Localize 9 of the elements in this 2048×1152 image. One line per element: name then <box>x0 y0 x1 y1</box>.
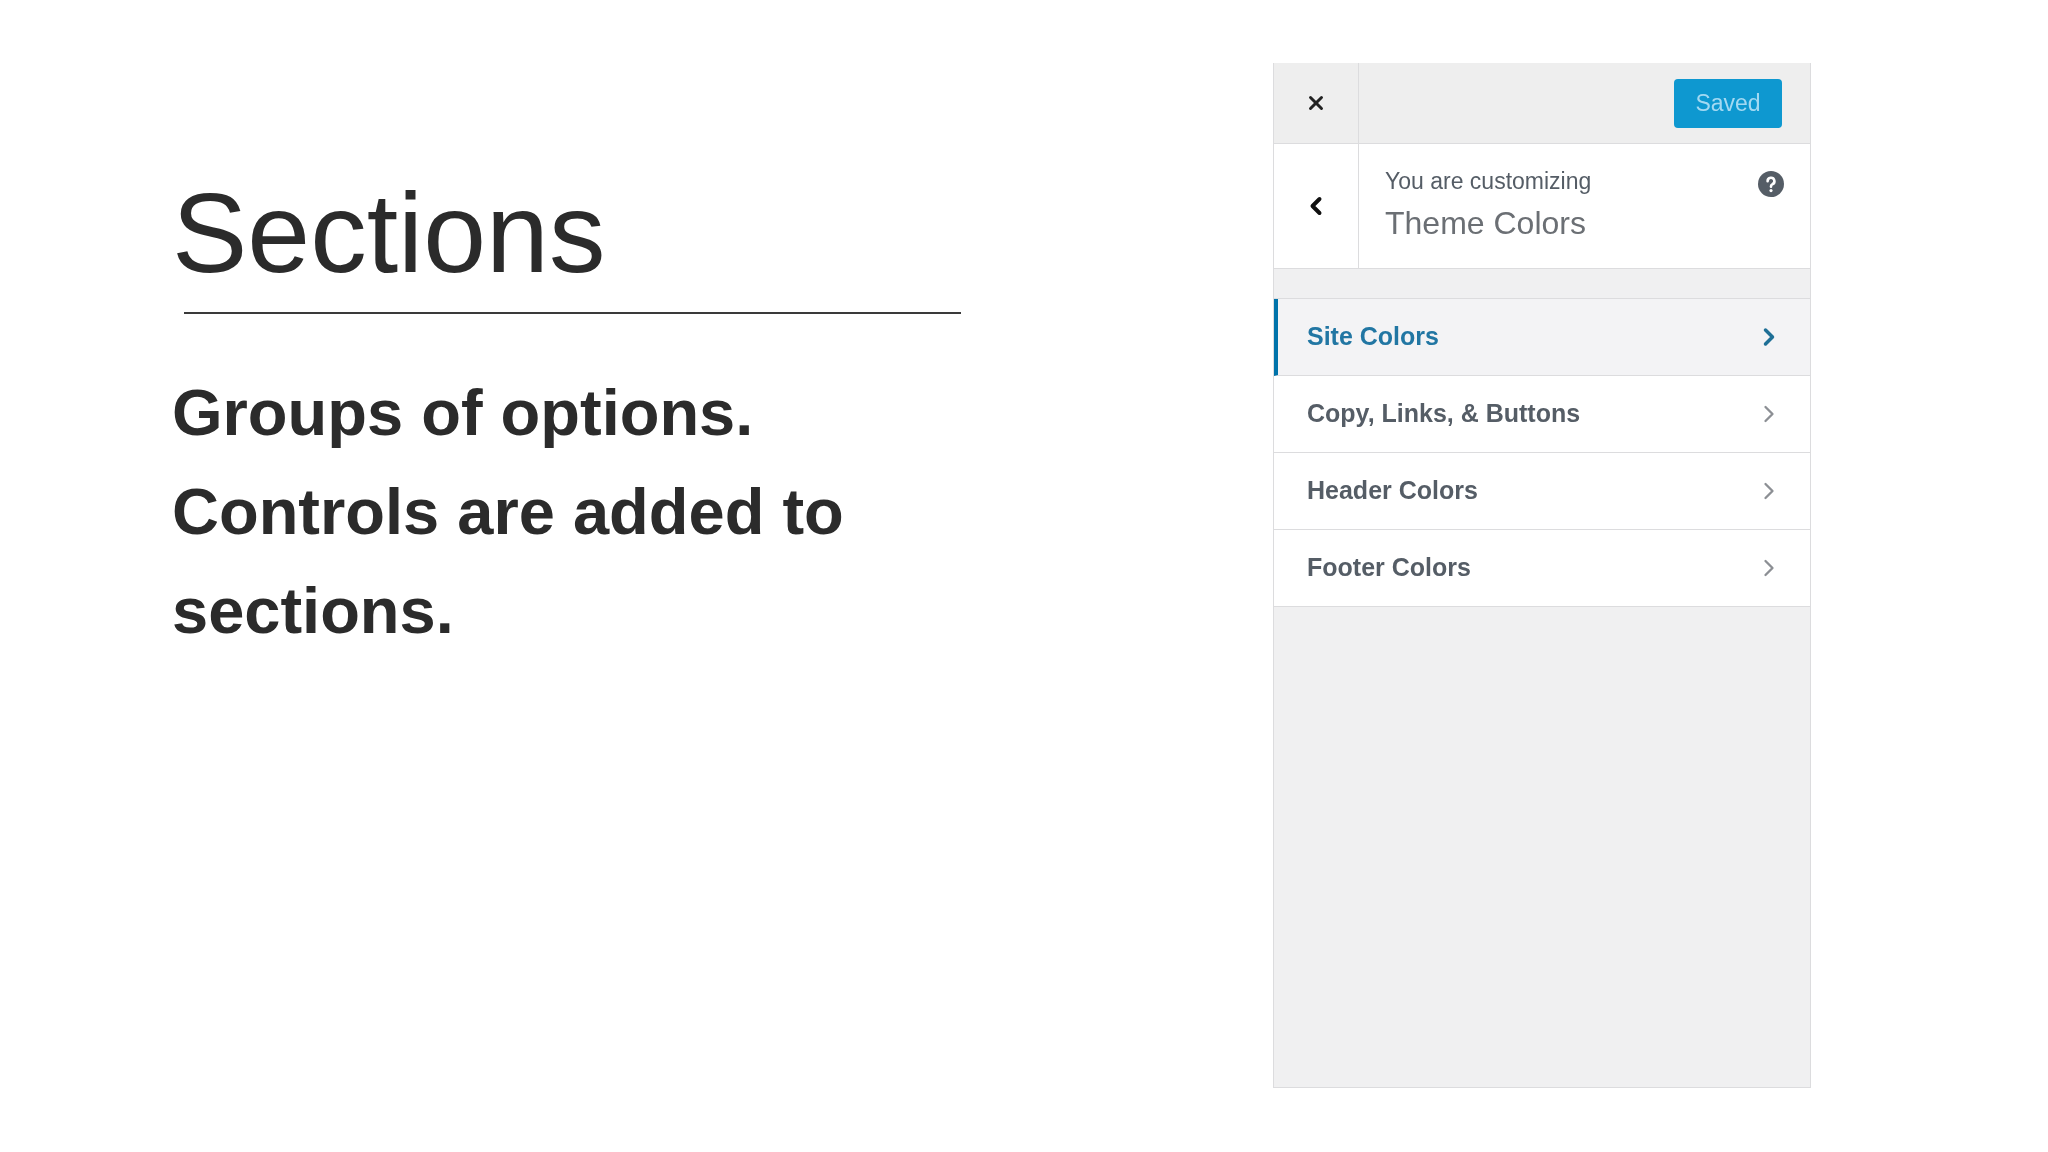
slide-body-text: Groups of options. Controls are added to sections. <box>172 375 845 649</box>
panel-title: Theme Colors <box>1385 204 1586 242</box>
section-item[interactable]: Header Colors <box>1274 453 1810 530</box>
section-item[interactable]: Copy, Links, & Buttons <box>1274 376 1810 453</box>
section-item[interactable]: Site Colors <box>1274 299 1810 376</box>
section-item[interactable]: Footer Colors <box>1274 530 1810 607</box>
customizing-label: You are customizing <box>1385 168 1592 195</box>
help-icon[interactable] <box>1758 171 1784 197</box>
slide-title: Sections <box>172 177 606 290</box>
